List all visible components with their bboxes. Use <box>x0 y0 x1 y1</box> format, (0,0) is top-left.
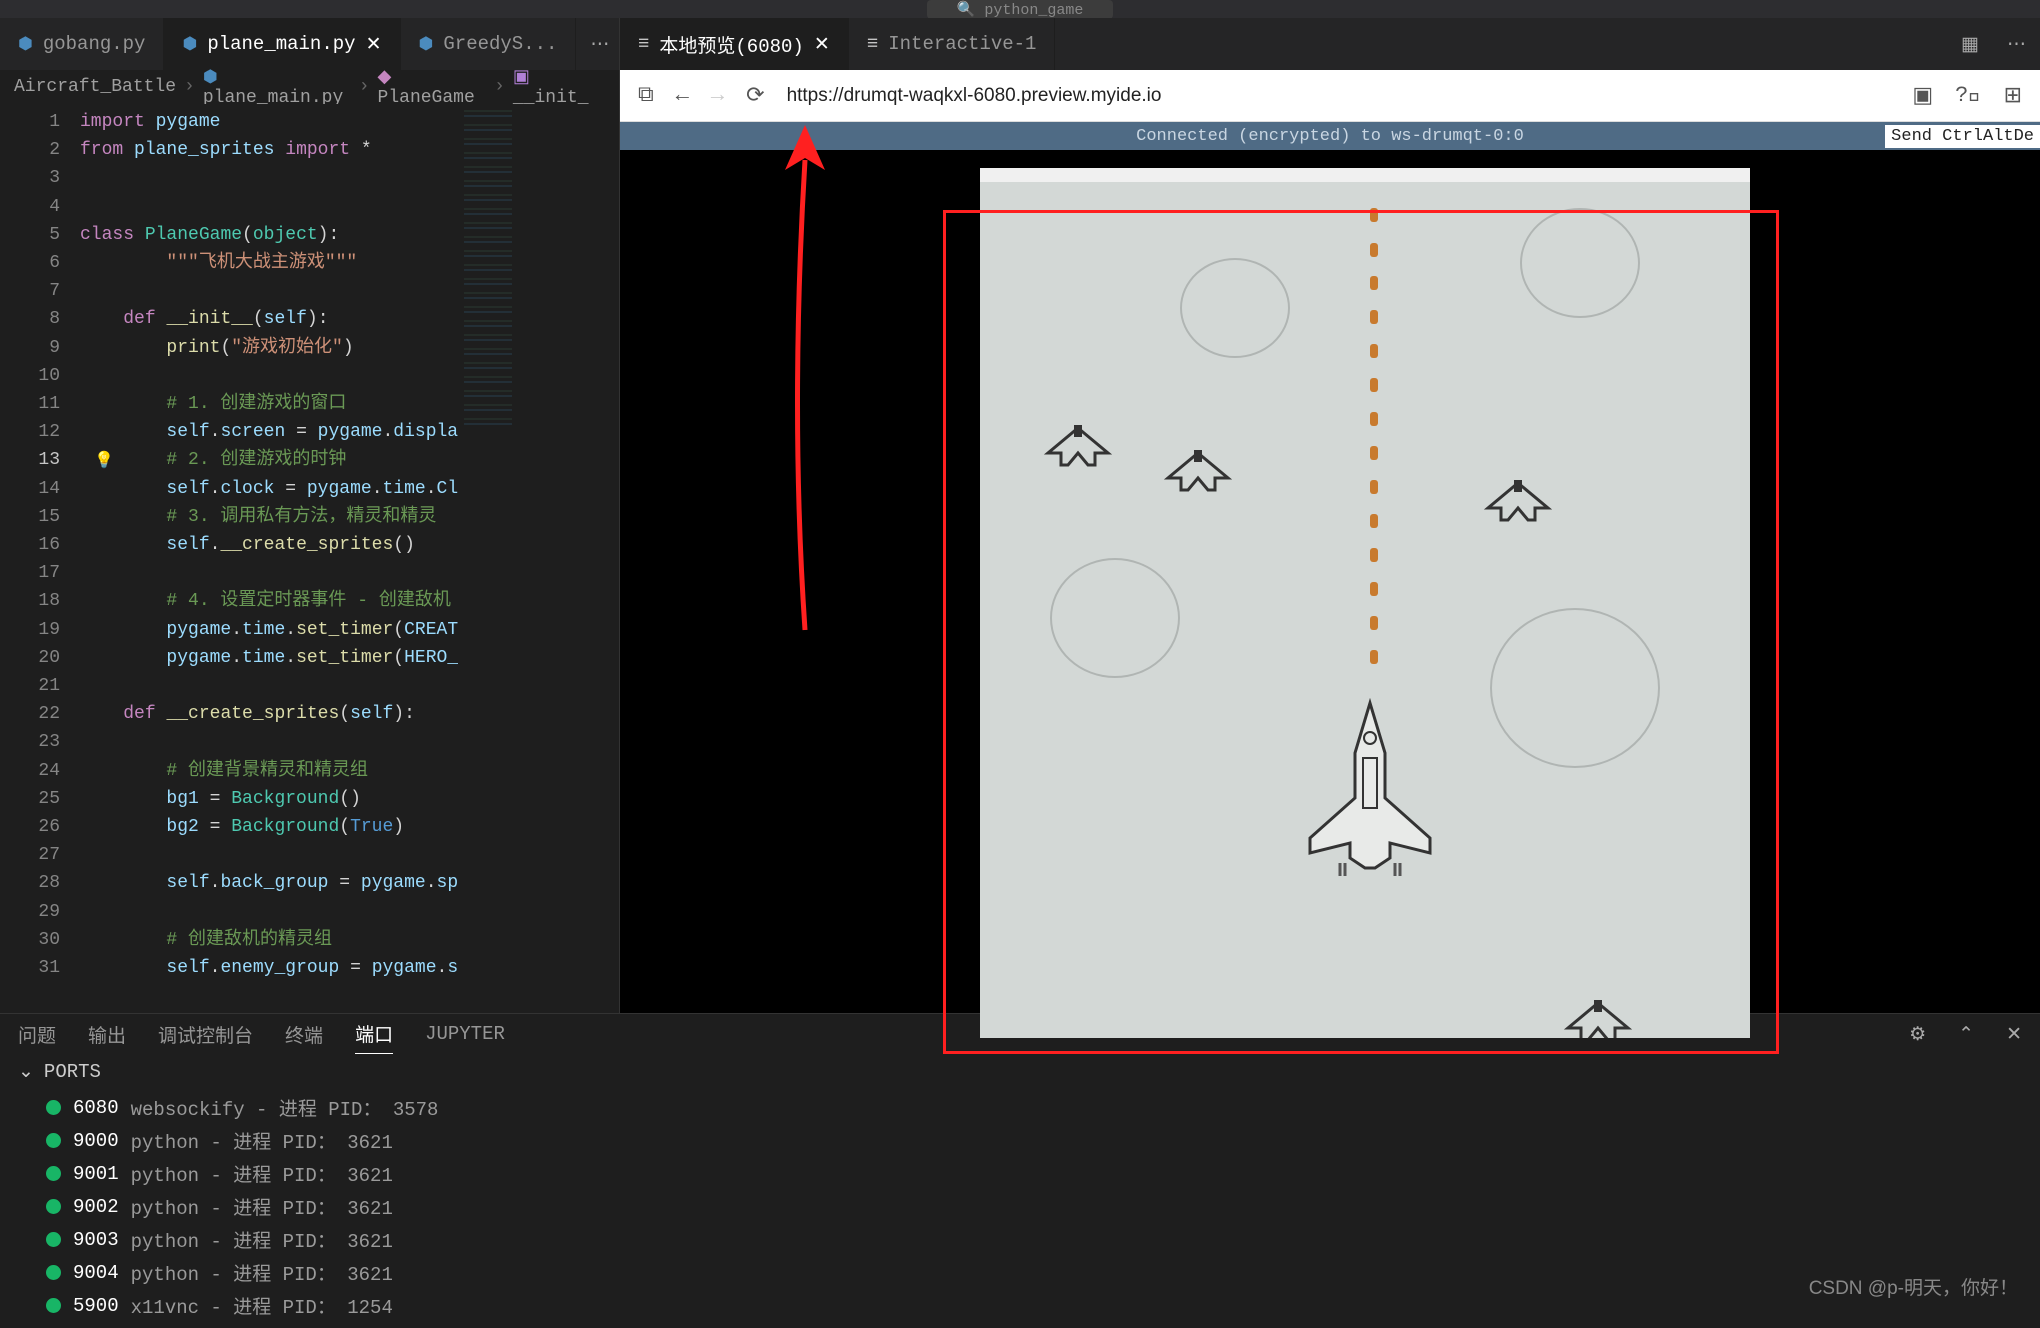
panel-tab-输出[interactable]: 输出 <box>88 1015 126 1054</box>
preview-pane: ≡本地预览(6080)✕≡Interactive-1 ▦⋯ ⧉ ← → ⟳ htt… <box>620 18 2040 1013</box>
crumb-PlaneGame[interactable]: ◆ PlaneGame <box>378 66 487 108</box>
port-row[interactable]: 9002python - 进程 PID： 3621 <box>18 1190 2022 1223</box>
panel-tab-问题[interactable]: 问题 <box>18 1015 56 1054</box>
status-dot <box>46 1166 61 1181</box>
port-row[interactable]: 9001python - 进程 PID： 3621 <box>18 1157 2022 1190</box>
python-icon: ⬢ <box>18 34 33 55</box>
back-icon[interactable]: ← <box>676 83 689 108</box>
python-icon: ⬢ <box>419 34 434 55</box>
open-external-icon[interactable]: ⧉ <box>638 83 654 108</box>
browser-toolbar: ⧉ ← → ⟳ https://drumqt-waqkxl-6080.previ… <box>620 70 2040 122</box>
panel-tab-JUPYTER[interactable]: JUPYTER <box>425 1017 505 1051</box>
panel-tab-调试控制台[interactable]: 调试控制台 <box>158 1015 253 1054</box>
minimap[interactable] <box>458 104 518 1013</box>
code-content[interactable]: import pygamefrom plane_sprites import *… <box>80 104 458 1013</box>
status-dot <box>46 1298 61 1313</box>
editor-tabs: ⬢gobang.py⬢plane_main.py✕⬢GreedyS...⋯ <box>0 18 619 70</box>
tab-plane_main-py[interactable]: ⬢plane_main.py✕ <box>164 18 400 70</box>
close-icon[interactable]: ✕ <box>366 33 382 56</box>
tab--6080-[interactable]: ≡本地预览(6080)✕ <box>620 18 849 70</box>
status-dot <box>46 1133 61 1148</box>
list-icon: ≡ <box>867 33 878 55</box>
lightbulb-icon[interactable]: 💡 <box>94 450 114 470</box>
help-icon[interactable]: ?⃝ <box>1955 83 1981 108</box>
annotation-arrow <box>690 110 890 670</box>
breadcrumb[interactable]: Aircraft_Battle›⬢ plane_main.py›◆ PlaneG… <box>0 70 619 104</box>
ports-body: ⌄ PORTS 6080websockify - 进程 PID： 3578900… <box>0 1054 2040 1328</box>
tab-gobang-py[interactable]: ⬢gobang.py <box>0 18 164 70</box>
port-row[interactable]: 9003python - 进程 PID： 3621 <box>18 1223 2022 1256</box>
ports-section-header[interactable]: ⌄ PORTS <box>18 1060 2022 1083</box>
chevron-down-icon: ⌄ <box>18 1060 34 1083</box>
crumb-Aircraft_Battle[interactable]: Aircraft_Battle <box>14 77 176 97</box>
more-icon[interactable]: ⋯ <box>1993 18 2040 70</box>
line-gutter: 1234567891011121314151617181920212223242… <box>0 104 80 1013</box>
preview-tabs: ≡本地预览(6080)✕≡Interactive-1 ▦⋯ <box>620 18 2040 70</box>
close-icon[interactable]: ✕ <box>2006 1023 2022 1046</box>
forward-icon[interactable]: → <box>711 83 724 108</box>
tab-GreedyS-[interactable]: ⬢GreedyS... <box>401 18 577 70</box>
list-icon: ≡ <box>638 33 649 55</box>
tab-Interactive-1[interactable]: ≡Interactive-1 <box>849 18 1056 70</box>
bottom-panel: 问题输出调试控制台终端端口 JUPYTER ⚙ ⌃ ✕ ⌄ PORTS 6080webs… <box>0 1013 2040 1313</box>
panel-tab-端口[interactable]: 端口 <box>355 1014 393 1054</box>
gear-icon[interactable]: ⚙ <box>1909 1023 1926 1046</box>
panel-tab-终端[interactable]: 终端 <box>285 1015 323 1054</box>
status-dot <box>46 1199 61 1214</box>
editor-pane: ⬢gobang.py⬢plane_main.py✕⬢GreedyS...⋯ Ai… <box>0 18 620 1013</box>
send-keys-button[interactable]: Send CtrlAltDe <box>1885 125 2040 148</box>
search-center[interactable]: 🔍 python_game <box>927 0 1114 19</box>
code-editor[interactable]: 1234567891011121314151617181920212223242… <box>0 104 619 1013</box>
crumb-__init_[interactable]: ▣ __init_ <box>513 66 605 108</box>
game-preview[interactable] <box>620 150 2040 1013</box>
port-row[interactable]: 9000python - 进程 PID： 3621 <box>18 1124 2022 1157</box>
status-dot <box>46 1232 61 1247</box>
close-icon[interactable]: ✕ <box>814 33 830 56</box>
port-row[interactable]: 9004python - 进程 PID： 3621 <box>18 1256 2022 1289</box>
python-icon: ⬢ <box>182 34 197 55</box>
port-row[interactable]: 6080websockify - 进程 PID： 3578 <box>18 1091 2022 1124</box>
connection-status: Connected (encrypted) to ws-drumqt-0:0 S… <box>620 122 2040 150</box>
crumb-plane_main.py[interactable]: ⬢ plane_main.py <box>203 67 351 108</box>
reload-icon[interactable]: ⟳ <box>746 83 764 109</box>
status-dot <box>46 1265 61 1280</box>
layout-icon[interactable]: ▦ <box>1947 18 1993 70</box>
status-dot <box>46 1100 61 1115</box>
more-icon[interactable]: ⋯ <box>576 18 623 70</box>
highlight-frame <box>943 210 1779 1054</box>
grid-icon[interactable]: ⊞ <box>2004 83 2022 109</box>
watermark: CSDN @p-明天，你好！ <box>1809 1273 2018 1300</box>
devices-icon[interactable]: ▣ <box>1912 83 1933 109</box>
url-input[interactable]: https://drumqt-waqkxl-6080.preview.myide… <box>787 85 1891 107</box>
title-bar: 🔍 python_game <box>0 0 2040 18</box>
port-row[interactable]: 5900x11vnc - 进程 PID： 1254 <box>18 1289 2022 1322</box>
chevron-up-icon[interactable]: ⌃ <box>1958 1023 1974 1046</box>
ports-title: PORTS <box>44 1061 101 1083</box>
